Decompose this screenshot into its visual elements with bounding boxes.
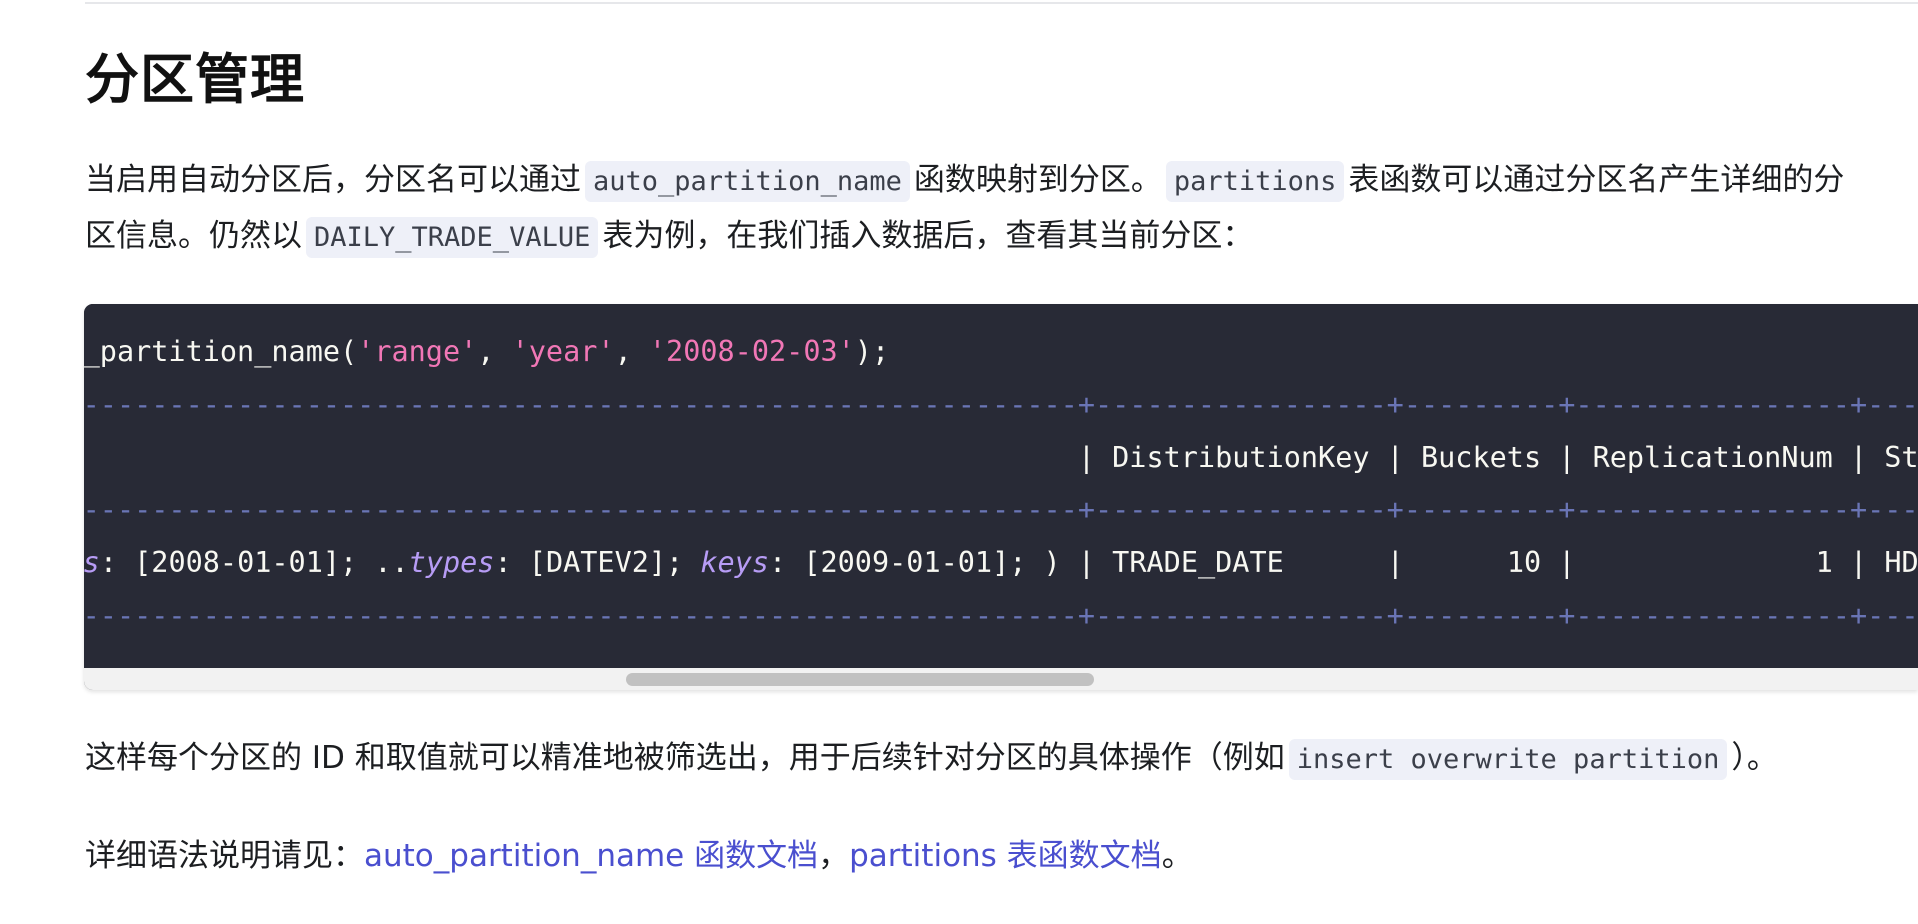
inline-code-auto-partition-name: auto_partition_name [585, 161, 910, 202]
code-scroll-area[interactable]: auto_partition_name('range', 'year', '20… [84, 304, 1918, 668]
table-border-line: +---------------------------------------… [84, 493, 1918, 527]
intro-text-1: 当启用自动分区后，分区名可以通过 [85, 162, 581, 198]
see-also-paragraph: 详细语法说明请见：auto_partition_name 函数文档，partit… [85, 828, 1193, 885]
horizontal-scrollbar[interactable] [84, 668, 1918, 690]
code-line-query: auto_partition_name('range', 'year', '20… [84, 335, 890, 368]
intro-text-2: 函数映射到分区。 [913, 162, 1162, 198]
after-text-2: ）。 [1731, 740, 1778, 776]
after-text-1: 这样每个分区的 ID 和取值就可以精准地被筛选出，用于后续针对分区的具体操作（例… [85, 740, 1285, 776]
intro-text-3: 表函数可以通过分区名产生详细的分 [1348, 162, 1845, 198]
table-border-line: +---------------------------------------… [84, 598, 1918, 632]
partitions-doc-link[interactable]: partitions 表函数文档 [849, 838, 1162, 874]
inline-code-partitions: partitions [1165, 161, 1345, 202]
inline-code-insert-overwrite: insert overwrite partition [1288, 739, 1728, 780]
types-label: types [408, 546, 495, 580]
keys-label: keys [700, 546, 770, 580]
see-also-suffix: 。 [1161, 838, 1193, 874]
top-divider [85, 2, 1918, 4]
table-header-line: | | DistributionKey | Buckets | Replicat… [1077, 440, 1918, 474]
string-literal: 'range' [357, 335, 478, 368]
auto-partition-name-doc-link[interactable]: auto_partition_name 函数文档 [364, 838, 818, 874]
intro-paragraph-line-2: 区信息。仍然以 DAILY_TRADE_VALUE 表为例，在我们插入数据后，查看其… [85, 208, 1253, 266]
see-also-prefix: 详细语法说明请见： [85, 838, 364, 874]
see-also-separator: ， [818, 838, 850, 874]
scrollbar-thumb[interactable] [626, 673, 1094, 686]
string-literal: 'year' [511, 335, 615, 368]
after-paragraph: 这样每个分区的 ID 和取值就可以精准地被筛选出，用于后续针对分区的具体操作（例… [85, 730, 1778, 788]
table-border-line: +---------------------------------------… [84, 387, 1918, 421]
inline-code-daily-trade-value: DAILY_TRADE_VALUE [306, 217, 599, 258]
code-block[interactable]: auto_partition_name('range', 'year', '20… [84, 304, 1918, 690]
keys-label: keys [84, 546, 100, 580]
intro-text-4: 区信息。仍然以 [85, 218, 302, 254]
intro-text-5: 表为例，在我们插入数据后，查看其当前分区： [602, 218, 1254, 254]
intro-paragraph-line-1: 当启用自动分区后，分区名可以通过 auto_partition_name 函数映射到… [85, 152, 1844, 210]
section-heading: 分区管理 [85, 48, 305, 111]
string-literal: '2008-02-03' [648, 335, 855, 368]
code-content: auto_partition_name('range', 'year', '20… [84, 326, 1918, 643]
table-row-line: |keys: [2008-01-01]; ..types: [DATEV2]; … [84, 537, 1918, 590]
